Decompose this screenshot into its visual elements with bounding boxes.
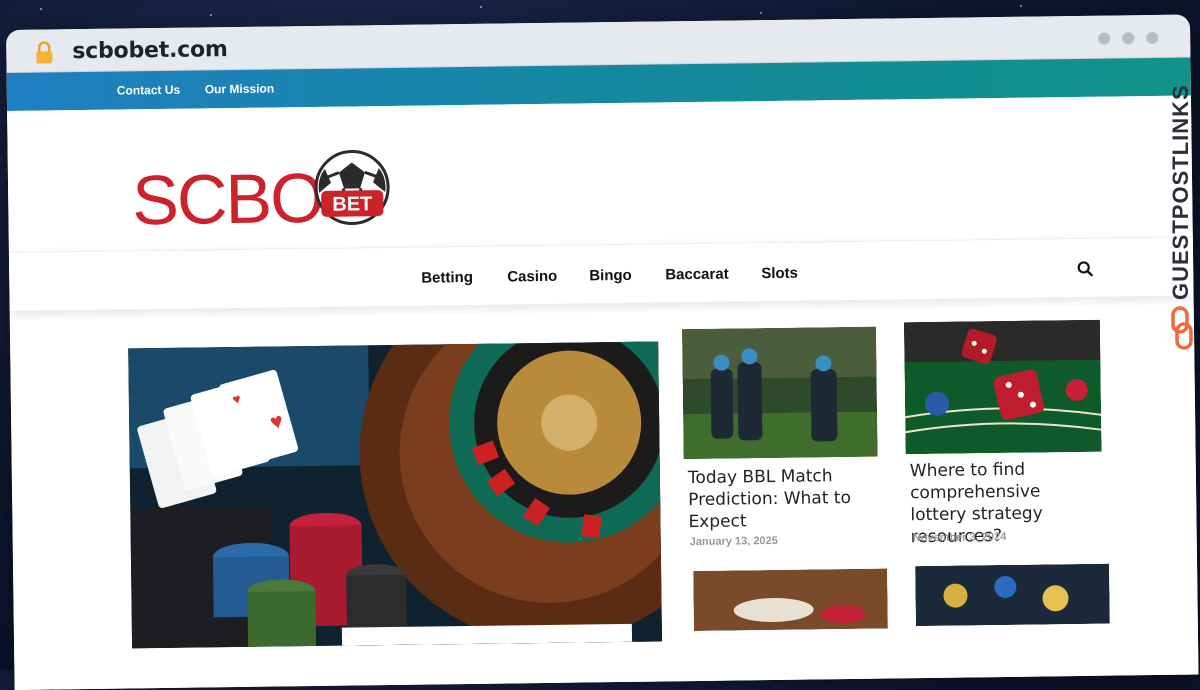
hero-image[interactable]: ♥ ♥ [128, 341, 663, 649]
topbar-link-contact[interactable]: Contact Us [117, 83, 181, 98]
post-date: November 3, 2024 [912, 530, 1007, 545]
window-dot [1098, 32, 1111, 45]
site-logo-text[interactable]: SCBO [132, 159, 323, 239]
browser-window: scbobet.com Contact Us Our Mission SCBO … [6, 14, 1199, 690]
window-dot [1122, 32, 1135, 45]
post-thumbnail[interactable] [903, 319, 1102, 455]
cricket-players-image [681, 326, 878, 460]
nav-item-betting[interactable]: Betting [421, 269, 473, 287]
post-date: January 13, 2025 [689, 534, 778, 549]
nav-item-bingo[interactable]: Bingo [589, 267, 632, 285]
post-title[interactable]: Today BBL Match Prediction: What to Expe… [688, 465, 879, 533]
soccer-ball-logo-icon: BET [314, 149, 390, 225]
chain-link-icon [1171, 306, 1193, 350]
logo-badge-text: BET [332, 193, 372, 216]
slot-chips-image [915, 563, 1110, 627]
casino-chips-image [693, 568, 888, 632]
nav-item-slots[interactable]: Slots [761, 265, 798, 282]
lock-icon [36, 41, 53, 64]
post-thumbnail[interactable] [681, 326, 878, 460]
content-area: ♥ ♥ Today BBL Match Prediction: What to … [9, 304, 1199, 690]
hero-casino-illustration: ♥ ♥ [128, 341, 663, 649]
search-icon[interactable] [1077, 261, 1094, 277]
topbar-link-mission[interactable]: Our Mission [205, 81, 275, 96]
window-dot [1146, 31, 1159, 45]
dice-table-image [903, 319, 1102, 455]
nav-item-baccarat[interactable]: Baccarat [665, 266, 729, 284]
post-thumbnail[interactable] [915, 563, 1110, 627]
post-thumbnail[interactable] [693, 568, 888, 632]
nav-item-casino[interactable]: Casino [507, 268, 557, 286]
url-text[interactable]: scbobet.com [72, 37, 228, 64]
guestpostlinks-watermark: GUESTPOSTLINKS [1168, 84, 1193, 300]
